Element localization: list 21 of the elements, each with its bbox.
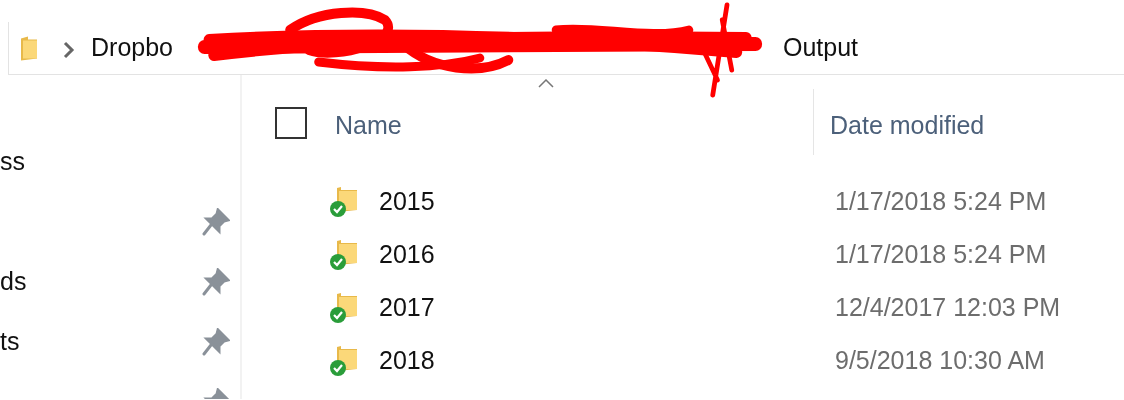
sidebar-item[interactable]: ts bbox=[0, 328, 20, 356]
address-bar[interactable]: Dropbo Output bbox=[8, 22, 1124, 75]
pin-icon[interactable] bbox=[202, 268, 230, 296]
sidebar-item[interactable]: ds bbox=[0, 268, 27, 296]
select-all-checkbox[interactable] bbox=[275, 107, 307, 139]
folder-name[interactable]: 2015 bbox=[379, 182, 835, 221]
date-modified: 1/17/2018 5:24 PM bbox=[835, 185, 1047, 217]
breadcrumb-item[interactable]: Dropbo bbox=[91, 29, 173, 67]
column-header[interactable]: Name bbox=[335, 107, 813, 145]
date-modified: 1/17/2018 5:24 PM bbox=[835, 238, 1047, 270]
chevron-icon[interactable] bbox=[63, 40, 75, 59]
sidebar-item[interactable]: ss bbox=[0, 148, 25, 176]
breadcrumb-item[interactable]: Output bbox=[783, 29, 859, 67]
date-modified: 9/5/2018 10:30 AM bbox=[835, 344, 1045, 376]
folder-name[interactable]: 2017 bbox=[379, 288, 835, 327]
pin-icon[interactable] bbox=[202, 208, 230, 236]
pin-icon[interactable] bbox=[202, 328, 230, 356]
date-modified: 12/4/2017 12:03 PM bbox=[835, 291, 1061, 323]
column-header[interactable]: Date modified bbox=[830, 107, 985, 145]
folder-name[interactable]: 2018 bbox=[379, 341, 835, 380]
folder-name[interactable]: 2016 bbox=[379, 235, 835, 274]
